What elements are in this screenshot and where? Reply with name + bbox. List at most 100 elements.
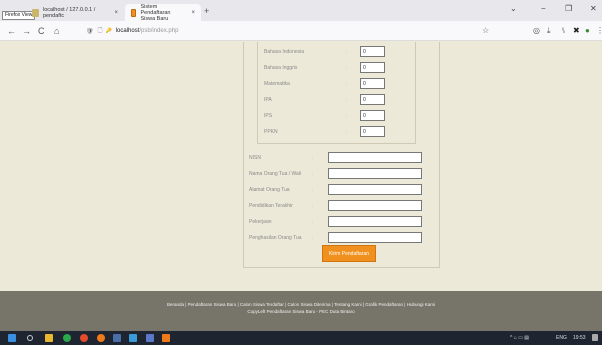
field-colon: : <box>346 129 348 135</box>
firefox-icon[interactable] <box>97 334 105 342</box>
field-colon: : <box>346 113 348 119</box>
field-label: Nama Orang Tua / Wali <box>249 171 302 177</box>
system-tray-icons[interactable]: ^ ⌂ ▭ ▤ <box>510 334 529 342</box>
nilai-fieldset: Bahasa Indonesia : Bahasa Inggris : Mate… <box>257 42 416 144</box>
xampp-icon[interactable] <box>162 334 170 342</box>
field-label: Penghasilan Orang Tua <box>249 235 302 241</box>
url-host: localhost <box>115 28 140 34</box>
site-favicon-icon <box>131 8 137 17</box>
bookmark-star-icon[interactable]: ☆ <box>482 26 489 36</box>
list-tabs-button[interactable]: ⌄ <box>510 4 517 13</box>
home-icon[interactable]: ⌂ <box>54 25 59 37</box>
downloads-icon[interactable]: ⤓ <box>547 26 551 36</box>
pocket-icon[interactable]: ◎ <box>533 26 540 36</box>
nilai-row-bahasa-inggris: Bahasa Inggris : <box>258 62 417 74</box>
tab-sistem-pendaftaran[interactable]: Sistem Pendaftaran Siswa Baru × <box>125 3 201 22</box>
field-label: Bahasa Inggris <box>264 65 298 71</box>
notification-icon[interactable] <box>592 334 598 341</box>
form-row-penghasilan: Penghasilan Orang Tua : <box>244 232 441 245</box>
extension-x-icon[interactable]: ✖ <box>573 26 580 36</box>
field-label: IPS <box>264 113 273 119</box>
tab-title: localhost / 127.0.0.1 / pendaftc <box>43 6 96 19</box>
back-arrow-icon[interactable]: ← <box>7 25 16 37</box>
tab-bar: Firefox View localhost / 127.0.0.1 / pen… <box>0 0 602 22</box>
pendidikan-terakhir-input[interactable] <box>328 200 422 211</box>
field-colon: : <box>312 203 314 209</box>
page-info-icon[interactable]: 🗋 <box>98 26 103 36</box>
field-colon: : <box>312 235 314 241</box>
maximize-button[interactable]: ❐ <box>565 4 572 13</box>
forward-arrow-icon[interactable]: → <box>22 25 31 37</box>
chrome-icon[interactable] <box>63 334 71 342</box>
url-bar[interactable]: 🛡 🗋 🔑 localhost /psb/index.php <box>86 24 496 38</box>
field-label: Matematika <box>264 81 290 87</box>
ipa-input[interactable] <box>360 94 385 105</box>
field-label: Pekerjaan <box>249 219 272 225</box>
field-colon: : <box>312 155 314 161</box>
penghasilan-orang-tua-input[interactable] <box>328 232 422 243</box>
nilai-row-bahasa-indonesia: Bahasa Indonesia : <box>258 46 417 58</box>
shield-icon[interactable]: 🛡 <box>86 28 94 35</box>
field-colon: : <box>346 65 348 71</box>
tab-title: Sistem Pendaftaran Siswa Baru <box>140 3 171 22</box>
pekerjaan-input[interactable] <box>328 216 422 227</box>
nilai-row-matematika: Matematika : <box>258 78 417 90</box>
alamat-orang-tua-input[interactable] <box>328 184 422 195</box>
close-window-button[interactable]: ✕ <box>590 4 597 13</box>
clock[interactable]: 19:53 <box>573 334 586 342</box>
close-tab-icon[interactable]: × <box>114 10 118 16</box>
ppkn-input[interactable] <box>360 126 385 137</box>
navigation-bar: ← → C ⌂ 🛡 🗋 🔑 localhost /psb/index.php ☆… <box>0 21 602 41</box>
app-icon[interactable] <box>146 334 154 342</box>
file-explorer-icon[interactable] <box>45 334 53 342</box>
opera-icon[interactable] <box>80 334 88 342</box>
field-label: NISN <box>249 155 261 161</box>
start-windows-icon[interactable] <box>8 334 16 342</box>
language-indicator[interactable]: ENG <box>556 334 567 342</box>
windows-taskbar: ^ ⌂ ▭ ▤ ENG 19:53 <box>0 331 602 345</box>
footer-copyright: CopyLeft Pendaftaran Siswa Baru - PEC Du… <box>247 309 355 314</box>
field-colon: : <box>312 219 314 225</box>
reload-icon[interactable]: C <box>38 25 45 37</box>
nisn-input[interactable] <box>328 152 422 163</box>
phpmyadmin-favicon-icon <box>32 8 39 17</box>
search-icon[interactable] <box>27 335 33 341</box>
field-colon: : <box>346 49 348 55</box>
extension-green-icon[interactable]: ● <box>585 26 590 36</box>
tab-phpmyadmin[interactable]: localhost / 127.0.0.1 / pendaftc × <box>26 4 124 21</box>
nilai-row-ipa: IPA : <box>258 94 417 106</box>
page-content: Bahasa Indonesia : Bahasa Inggris : Mate… <box>0 42 602 291</box>
ips-input[interactable] <box>360 110 385 121</box>
form-row-pendidikan-terakhir: Pendidikan Terakhir : <box>244 200 441 213</box>
matematika-input[interactable] <box>360 78 385 89</box>
footer-links[interactable]: Beranda | Pendaftaran Siswa Baru | Calon… <box>0 302 602 307</box>
form-row-nama-orang-tua: Nama Orang Tua / Wali : <box>244 168 441 181</box>
permissions-icon[interactable]: 🔑 <box>105 28 111 34</box>
nilai-row-ips: IPS : <box>258 110 417 122</box>
app-icon[interactable] <box>129 334 137 342</box>
field-colon: : <box>346 81 348 87</box>
new-tab-button[interactable]: + <box>204 6 209 16</box>
field-colon: : <box>346 97 348 103</box>
kirim-pendaftaran-button[interactable]: Kirim Pendaftaran <box>322 245 376 262</box>
nama-orang-tua-input[interactable] <box>328 168 422 179</box>
app-icon[interactable] <box>113 334 121 342</box>
library-icon[interactable]: ⑊ <box>561 26 566 36</box>
url-path: /psb/index.php <box>139 28 179 34</box>
nilai-row-ppkn: PPKN : <box>258 126 417 138</box>
field-colon: : <box>312 187 314 193</box>
form-row-alamat-orang-tua: Alamat Orang Tua : <box>244 184 441 197</box>
bahasa-inggris-input[interactable] <box>360 62 385 73</box>
field-colon: : <box>312 171 314 177</box>
bahasa-indonesia-input[interactable] <box>360 46 385 57</box>
registration-form: Bahasa Indonesia : Bahasa Inggris : Mate… <box>243 42 440 268</box>
app-menu-icon[interactable]: ⋮ <box>596 26 602 36</box>
field-label: Bahasa Indonesia <box>264 49 305 55</box>
field-label: PPKN <box>264 129 278 135</box>
form-row-pekerjaan: Pekerjaan : <box>244 216 441 229</box>
site-footer: Beranda | Pendaftaran Siswa Baru | Calon… <box>0 291 602 331</box>
close-tab-icon[interactable]: × <box>191 10 195 16</box>
form-row-nisn: NISN : <box>244 152 441 165</box>
field-label: Pendidikan Terakhir <box>249 203 293 209</box>
minimize-button[interactable]: − <box>541 4 546 13</box>
